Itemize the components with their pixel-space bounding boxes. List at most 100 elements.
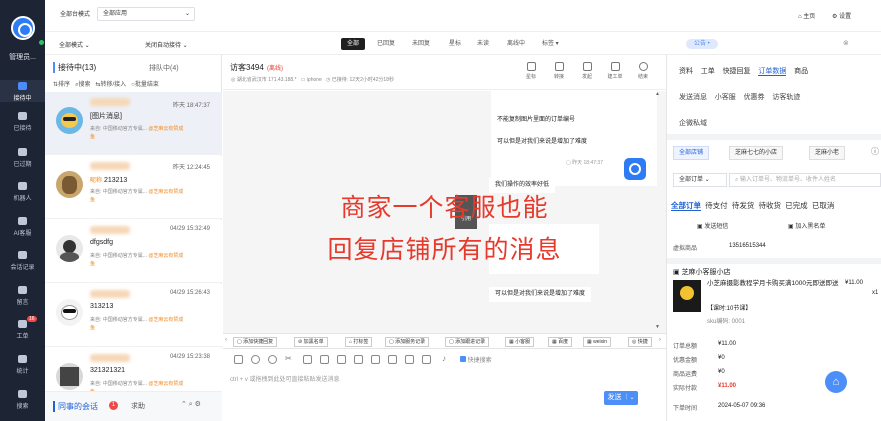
robot-icon xyxy=(18,182,27,190)
tab-visitor-trail[interactable]: 访客轨迹 xyxy=(772,94,800,101)
send-button[interactable]: 发送 ｜⌄ xyxy=(604,391,638,405)
order-search-input[interactable]: ⌕ 输入订单号、物流单号、收件人姓名 xyxy=(729,173,881,187)
sidebar-item-stats[interactable]: 统计 xyxy=(0,355,45,375)
conversation-item[interactable]: 04/29 15:32:49 dfgsdfg 来自: 中国移动官方专属... @… xyxy=(45,220,222,283)
conversation-item[interactable]: 04/29 15:26:43 313213 来自: 中国移动官方专属... @芝… xyxy=(45,284,222,347)
sidebar-item-expired[interactable]: 已过期 xyxy=(0,148,45,168)
tab-order-data[interactable]: 订单数据 xyxy=(758,68,787,76)
close-icon[interactable]: ⊗ xyxy=(843,39,849,47)
order-tab-unreceived[interactable]: 待收货 xyxy=(759,201,782,210)
tab-product[interactable]: 商品 xyxy=(794,68,808,75)
auto-accept-select[interactable]: 关闭自动接待 ⌄ xyxy=(145,40,188,49)
filter-unreplied[interactable]: 未回复 xyxy=(406,38,436,50)
image-icon[interactable] xyxy=(234,355,243,364)
search-button[interactable]: ⌕搜索 xyxy=(75,82,90,88)
transfer-button[interactable]: ⇆转移/接入 xyxy=(95,82,126,88)
settings-link[interactable]: ⚙ 设置 xyxy=(832,11,851,20)
clock-icon[interactable] xyxy=(268,355,277,364)
order-tab-all[interactable]: 全部订单 xyxy=(671,201,701,211)
home-link[interactable]: ⌂ 主页 xyxy=(798,11,815,20)
shop-tab-all[interactable]: 全部店铺 xyxy=(673,146,710,160)
emoji-icon[interactable] xyxy=(251,355,260,364)
tab-ticket[interactable]: 工单 xyxy=(701,68,715,75)
tab-quick-reply[interactable]: 快捷回复 xyxy=(723,68,751,75)
send-sms-button[interactable]: ▣ 发送短信 xyxy=(697,221,728,230)
initiate-button[interactable]: 发起 xyxy=(576,62,598,80)
order-tab-unshipped[interactable]: 待发货 xyxy=(732,201,755,210)
baidu-button[interactable]: ▦ 百度 xyxy=(548,337,573,347)
filter-offline[interactable]: 离线中 xyxy=(501,38,531,50)
tab-coupon[interactable]: 优惠券 xyxy=(744,94,765,101)
scroll-up-icon[interactable]: ▲ xyxy=(655,91,660,97)
tab-serving[interactable]: 接待中(13) xyxy=(53,62,96,73)
public-badge[interactable]: 公告 • xyxy=(686,39,718,49)
add-quick-reply-button[interactable]: ▢ 添加快捷回复 xyxy=(233,337,278,347)
order-filter-select[interactable]: 全部订单 ⌄ xyxy=(673,173,727,187)
chevron-up-icon[interactable]: ⌃ ⌕ ⚙ xyxy=(181,400,201,409)
tab-mini-service[interactable]: 小客服 xyxy=(715,94,736,101)
last-message: [图片消息] xyxy=(90,113,122,120)
microphone-icon[interactable]: ♪ xyxy=(442,354,446,363)
filter-all[interactable]: 全部 xyxy=(341,38,366,50)
chevron-left-icon[interactable]: ‹ xyxy=(225,337,227,343)
weixin-button[interactable]: ▦ weixin xyxy=(583,337,612,347)
filter-replied[interactable]: 已回复 xyxy=(371,38,401,50)
file-icon[interactable] xyxy=(303,355,312,364)
sidebar-item-ai[interactable]: AI客服 xyxy=(0,217,45,237)
sidebar-item-serving[interactable]: 接待中 xyxy=(0,80,45,102)
product-title[interactable]: 小芝麻摄影教程学月卡购买满1000元即送即送 xyxy=(707,279,839,289)
app-select[interactable]: 全部应用 ⌄ xyxy=(97,7,195,21)
quick-search-toggle[interactable]: 快捷搜索 xyxy=(460,355,492,364)
add-service-record-button[interactable]: ▢ 添加服务记录 xyxy=(385,337,430,347)
mail-icon[interactable] xyxy=(337,355,346,364)
sidebar-item-served[interactable]: 已接待 xyxy=(0,112,45,132)
chevron-right-icon[interactable]: › xyxy=(659,337,661,343)
sidebar-item-history[interactable]: 会话记录 xyxy=(0,251,45,271)
order-tab-unpaid[interactable]: 待支付 xyxy=(705,201,728,210)
sort-button[interactable]: ⇅排序 xyxy=(53,82,70,88)
transfer-chat-button[interactable]: 转接 xyxy=(548,62,570,80)
card-icon[interactable] xyxy=(405,355,414,364)
calendar-icon[interactable] xyxy=(422,355,431,364)
info-icon[interactable]: ⓘ xyxy=(871,146,879,157)
help-tab[interactable]: 求助 xyxy=(131,401,145,411)
mode-select[interactable]: 全部模式 ⌄ xyxy=(59,40,90,49)
conversation-item[interactable]: 昨天 12:24:45 昵称 213213 来自: 中国移动官方专属... @芝… xyxy=(45,156,222,219)
tab-profile[interactable]: 资料 xyxy=(679,68,693,75)
end-chat-button[interactable]: 结束 xyxy=(632,62,654,80)
filter-star[interactable]: 星标 xyxy=(443,38,467,50)
shop-tab-1[interactable]: 芝麻七七的小店 xyxy=(729,146,784,160)
add-followup-button[interactable]: ▢ 添加跟进记录 xyxy=(445,337,490,347)
home-float-icon[interactable]: ⌂ xyxy=(825,371,847,393)
blacklist-button[interactable]: ⊘ 加黑名单 xyxy=(294,337,328,347)
create-ticket-button[interactable]: 建工单 xyxy=(604,62,626,80)
scroll-down-icon[interactable]: ▼ xyxy=(655,324,660,330)
conversation-item[interactable]: 昨天 18:47:37 [图片消息] 来自: 中国移动官方专属... @芝麻云有… xyxy=(45,92,222,155)
tab-enterprise-wechat[interactable]: 企微私域 xyxy=(679,118,707,128)
sidebar-item-search[interactable]: 搜索 xyxy=(0,390,45,410)
colleague-sessions-tab[interactable]: 同事的会话 xyxy=(53,401,98,412)
document-icon[interactable] xyxy=(320,355,329,364)
message-editor[interactable]: ✂ ♪ 快捷搜索 ctrl + v 或拖拽到此处可直接粘贴发送消息 xyxy=(223,350,666,421)
filter-unread[interactable]: 未读 xyxy=(471,38,495,50)
order-tab-done[interactable]: 已完成 xyxy=(785,201,808,210)
order-tab-cancelled[interactable]: 已取消 xyxy=(812,201,835,210)
filter-tags[interactable]: 标签 ▾ xyxy=(536,38,565,50)
tab-queue[interactable]: 排队中(4) xyxy=(149,63,179,73)
batch-end-button[interactable]: ○批量结束 xyxy=(131,82,159,88)
add-tag-button[interactable]: ⌂ 打标签 xyxy=(345,337,373,347)
list-icon[interactable] xyxy=(371,355,380,364)
mini-service-button[interactable]: ▦ 小客服 xyxy=(505,337,535,347)
sidebar-item-message[interactable]: 留言 xyxy=(0,286,45,306)
tab-send-message[interactable]: 发送消息 xyxy=(679,94,707,101)
sidebar-item-robot[interactable]: 机器人 xyxy=(0,182,45,202)
cut-icon[interactable]: ✂ xyxy=(285,354,292,363)
quick-button[interactable]: ◎ 快捷 xyxy=(628,337,652,347)
sidebar-item-ticket[interactable]: 工单 16 xyxy=(0,316,45,340)
user-name[interactable]: 管理员... xyxy=(0,52,45,62)
add-blacklist-button[interactable]: ▣ 加入黑名单 xyxy=(788,221,825,230)
shop-tab-2[interactable]: 芝麻小老 xyxy=(809,146,846,160)
note-icon[interactable] xyxy=(354,355,363,364)
star-button[interactable]: 星标 xyxy=(520,62,542,80)
order-icon[interactable] xyxy=(388,355,397,364)
